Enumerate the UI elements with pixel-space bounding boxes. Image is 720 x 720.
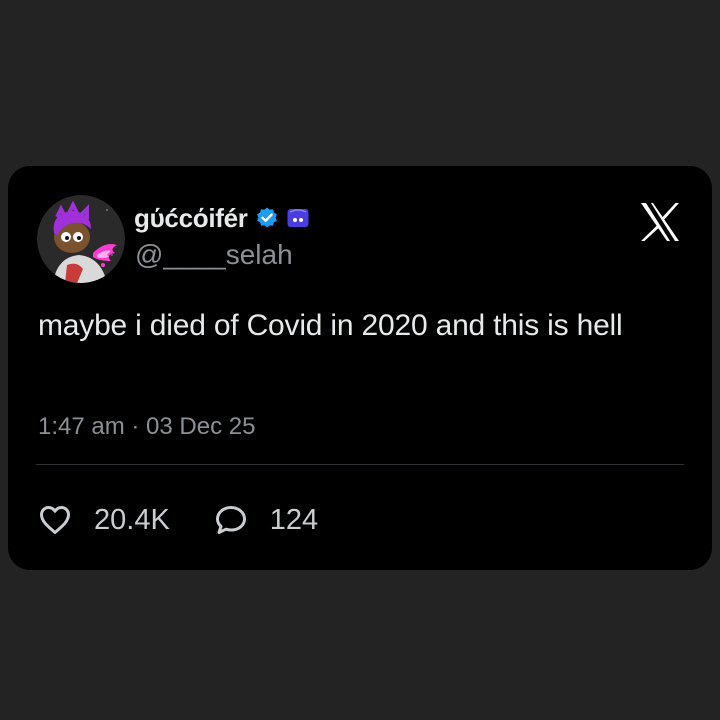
heart-icon: [38, 504, 72, 536]
author-handle[interactable]: @____selah: [135, 238, 293, 272]
engagement-stats: 20.4K 124: [38, 500, 318, 540]
avatar-image: [37, 195, 125, 283]
reply-bubble-icon: [214, 504, 248, 536]
divider: [36, 464, 684, 465]
author-name-row: gύćcόifér: [134, 202, 310, 234]
display-name[interactable]: gύćcόifér: [134, 203, 248, 233]
reply-button[interactable]: 124: [214, 502, 318, 538]
tweet-timestamp[interactable]: 1:47 am · 03 Dec 25: [38, 412, 255, 442]
tweet-text: maybe i died of Covid in 2020 and this i…: [38, 309, 623, 342]
verified-badge-icon: [255, 206, 279, 230]
bot-badge-icon: [286, 206, 310, 230]
x-logo-icon[interactable]: [638, 200, 682, 244]
like-button[interactable]: 20.4K: [38, 502, 170, 538]
tweet-card[interactable]: gύćcόifér @____selah maybe i died of Cov…: [8, 166, 712, 570]
like-count: 20.4K: [94, 504, 170, 536]
avatar[interactable]: [37, 195, 125, 283]
reply-count: 124: [269, 504, 319, 536]
